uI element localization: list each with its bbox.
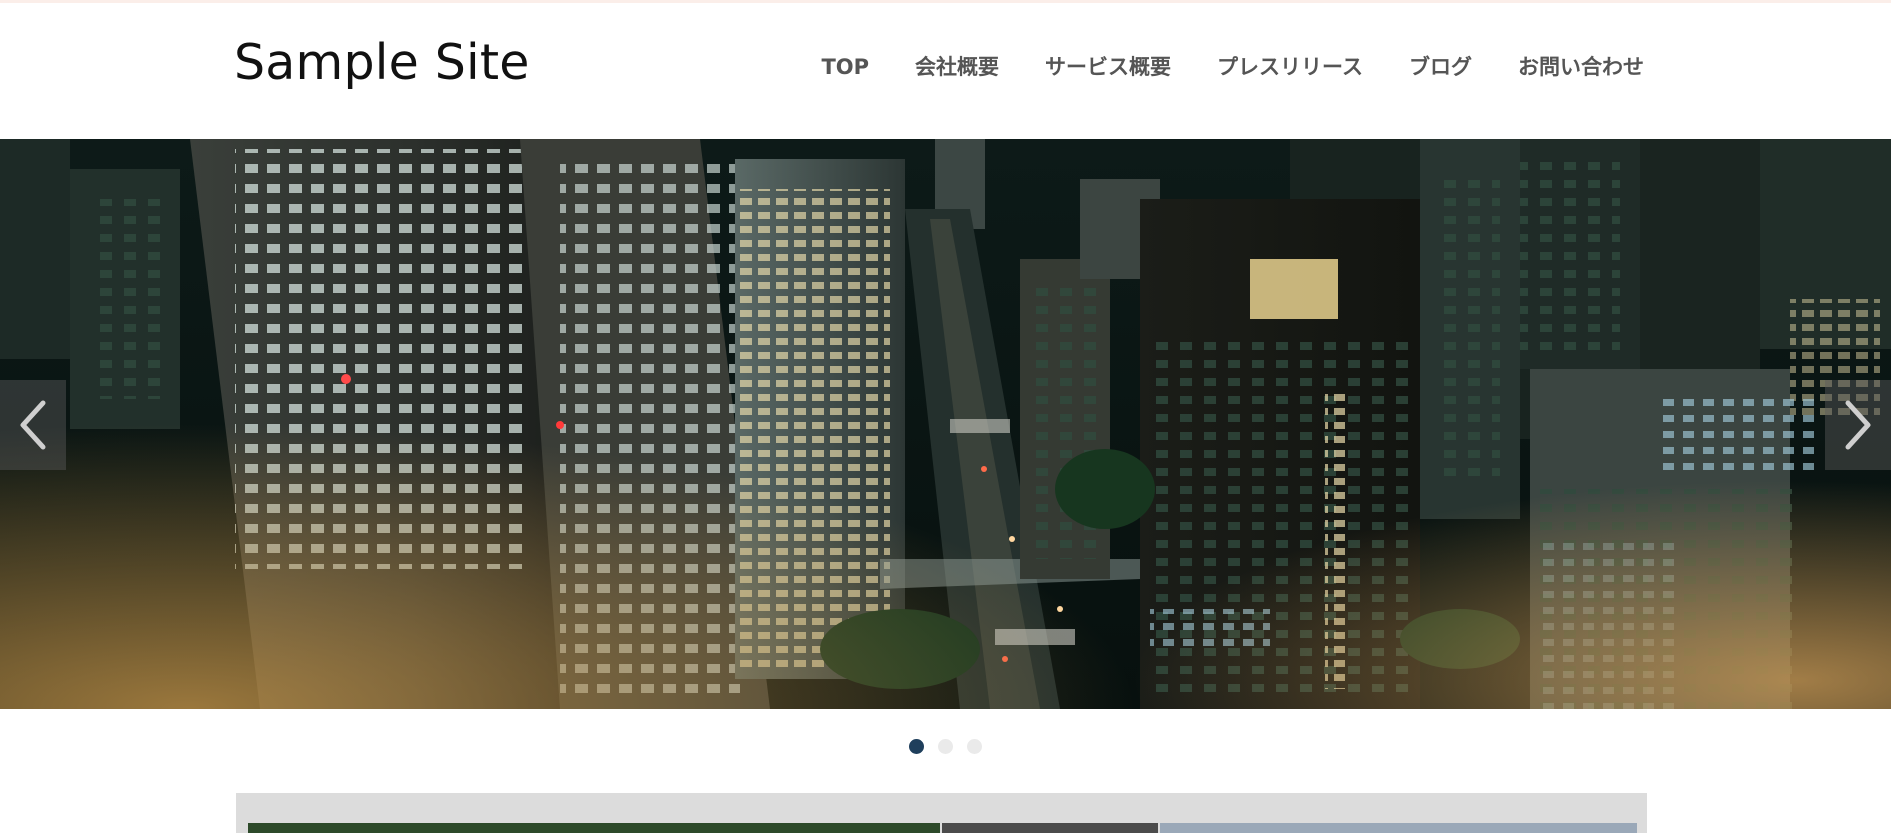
content-thumbnail-2[interactable] — [942, 823, 1158, 833]
content-thumbnail-1[interactable] — [248, 823, 940, 833]
slider-dot-3[interactable] — [967, 738, 982, 754]
slider-prev-button[interactable] — [0, 380, 66, 470]
slide-image-night-city — [0, 139, 1891, 709]
nav-item-top[interactable]: TOP — [821, 50, 869, 84]
slider-dot-1[interactable] — [909, 738, 924, 754]
slider-pagination — [0, 736, 1891, 756]
content-thumbnail-3[interactable] — [1160, 823, 1637, 833]
slider-dot-2[interactable] — [938, 738, 953, 754]
nav-item-contact[interactable]: お問い合わせ — [1518, 50, 1644, 84]
global-nav: TOP 会社概要 サービス概要 プレスリリース ブログ お問い合わせ — [821, 50, 1644, 84]
nav-item-blog[interactable]: ブログ — [1409, 50, 1472, 84]
nav-item-company[interactable]: 会社概要 — [915, 50, 999, 84]
nav-item-press-release[interactable]: プレスリリース — [1217, 50, 1363, 84]
nav-item-services[interactable]: サービス概要 — [1045, 50, 1171, 84]
slider-next-button[interactable] — [1825, 380, 1891, 470]
hero-slider — [0, 139, 1891, 709]
content-panel — [236, 793, 1647, 833]
chevron-right-icon — [1845, 400, 1871, 450]
site-header: Sample Site TOP 会社概要 サービス概要 プレスリリース ブログ … — [0, 3, 1891, 139]
chevron-left-icon — [20, 400, 46, 450]
site-title-link[interactable]: Sample Site — [234, 31, 530, 95]
